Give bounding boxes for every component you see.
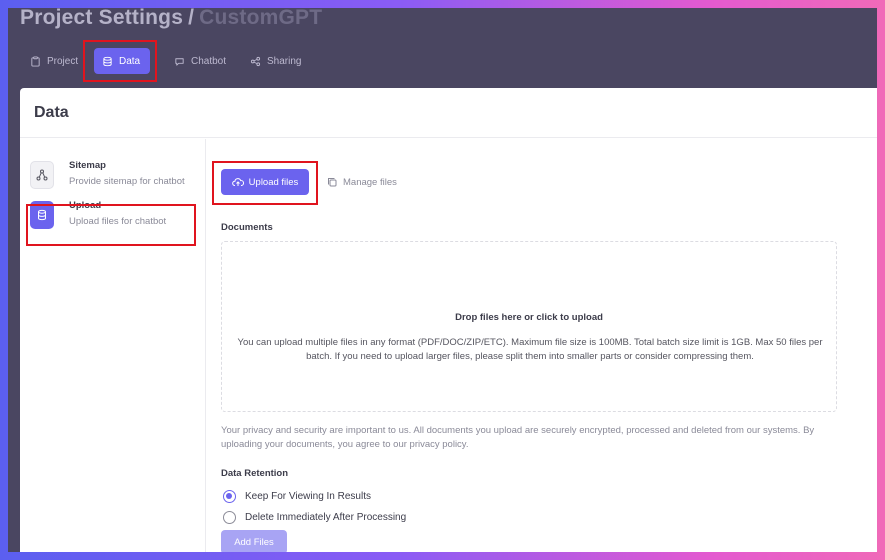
data-panel: Data Sitemap Provide sitemap for chatbot…	[20, 88, 877, 552]
panel-title: Data	[34, 104, 69, 121]
dropzone-title: Drop files here or click to upload	[455, 312, 603, 323]
tab-sharing[interactable]: Sharing	[242, 48, 309, 74]
page-title-text: Project Settings	[20, 8, 184, 29]
app-frame: Project Settings / CustomGPT Project Data …	[8, 8, 877, 552]
manage-files-tab[interactable]: Manage files	[327, 169, 397, 195]
add-files-button[interactable]: Add Files	[221, 530, 287, 552]
tab-project[interactable]: Project	[22, 48, 86, 74]
panel-header: Data	[20, 88, 877, 138]
chat-bubble-icon	[174, 56, 185, 67]
sidebar-item-name: Sitemap	[69, 160, 106, 171]
title-separator: /	[188, 8, 195, 29]
tab-label: Project	[47, 55, 79, 67]
highlight-box-data-tab	[83, 40, 157, 82]
page-title: Project Settings / CustomGPT	[20, 8, 322, 30]
clipboard-icon	[30, 55, 41, 67]
documents-label: Documents	[221, 222, 273, 233]
tab-chatbot[interactable]: Chatbot	[166, 48, 234, 74]
data-sources-sidebar: Sitemap Provide sitemap for chatbot Uplo…	[20, 139, 206, 552]
sidebar-item-sitemap[interactable]: Sitemap Provide sitemap for chatbot	[30, 159, 200, 195]
data-retention-label: Data Retention	[221, 468, 289, 479]
project-name: CustomGPT	[199, 8, 323, 29]
upload-main: Upload files Manage files Documents Drop…	[207, 139, 877, 552]
share-icon	[250, 56, 261, 67]
sidebar-item-description: Provide sitemap for chatbot	[69, 176, 185, 187]
top-bar: Project Settings / CustomGPT Project Data …	[8, 8, 877, 88]
radio-label: Delete Immediately After Processing	[245, 511, 407, 523]
copy-icon	[327, 177, 337, 187]
retention-option-keep[interactable]: Keep For Viewing In Results	[223, 488, 371, 504]
dropzone-instructions: You can upload multiple files in any for…	[237, 337, 823, 362]
radio-button-checked[interactable]	[223, 489, 236, 503]
manage-files-label: Manage files	[343, 176, 397, 188]
highlight-box-upload	[26, 204, 196, 246]
privacy-notice: Your privacy and security are important …	[221, 425, 815, 450]
tab-label: Sharing	[267, 55, 302, 67]
sitemap-icon	[30, 161, 54, 189]
file-dropzone[interactable]: Drop files here or click to upload You c…	[221, 241, 837, 412]
radio-label: Keep For Viewing In Results	[245, 490, 371, 502]
retention-option-delete[interactable]: Delete Immediately After Processing	[223, 509, 406, 525]
radio-button-unchecked[interactable]	[223, 510, 236, 524]
tab-label: Chatbot	[191, 55, 227, 67]
highlight-box-upload-button	[212, 161, 318, 205]
